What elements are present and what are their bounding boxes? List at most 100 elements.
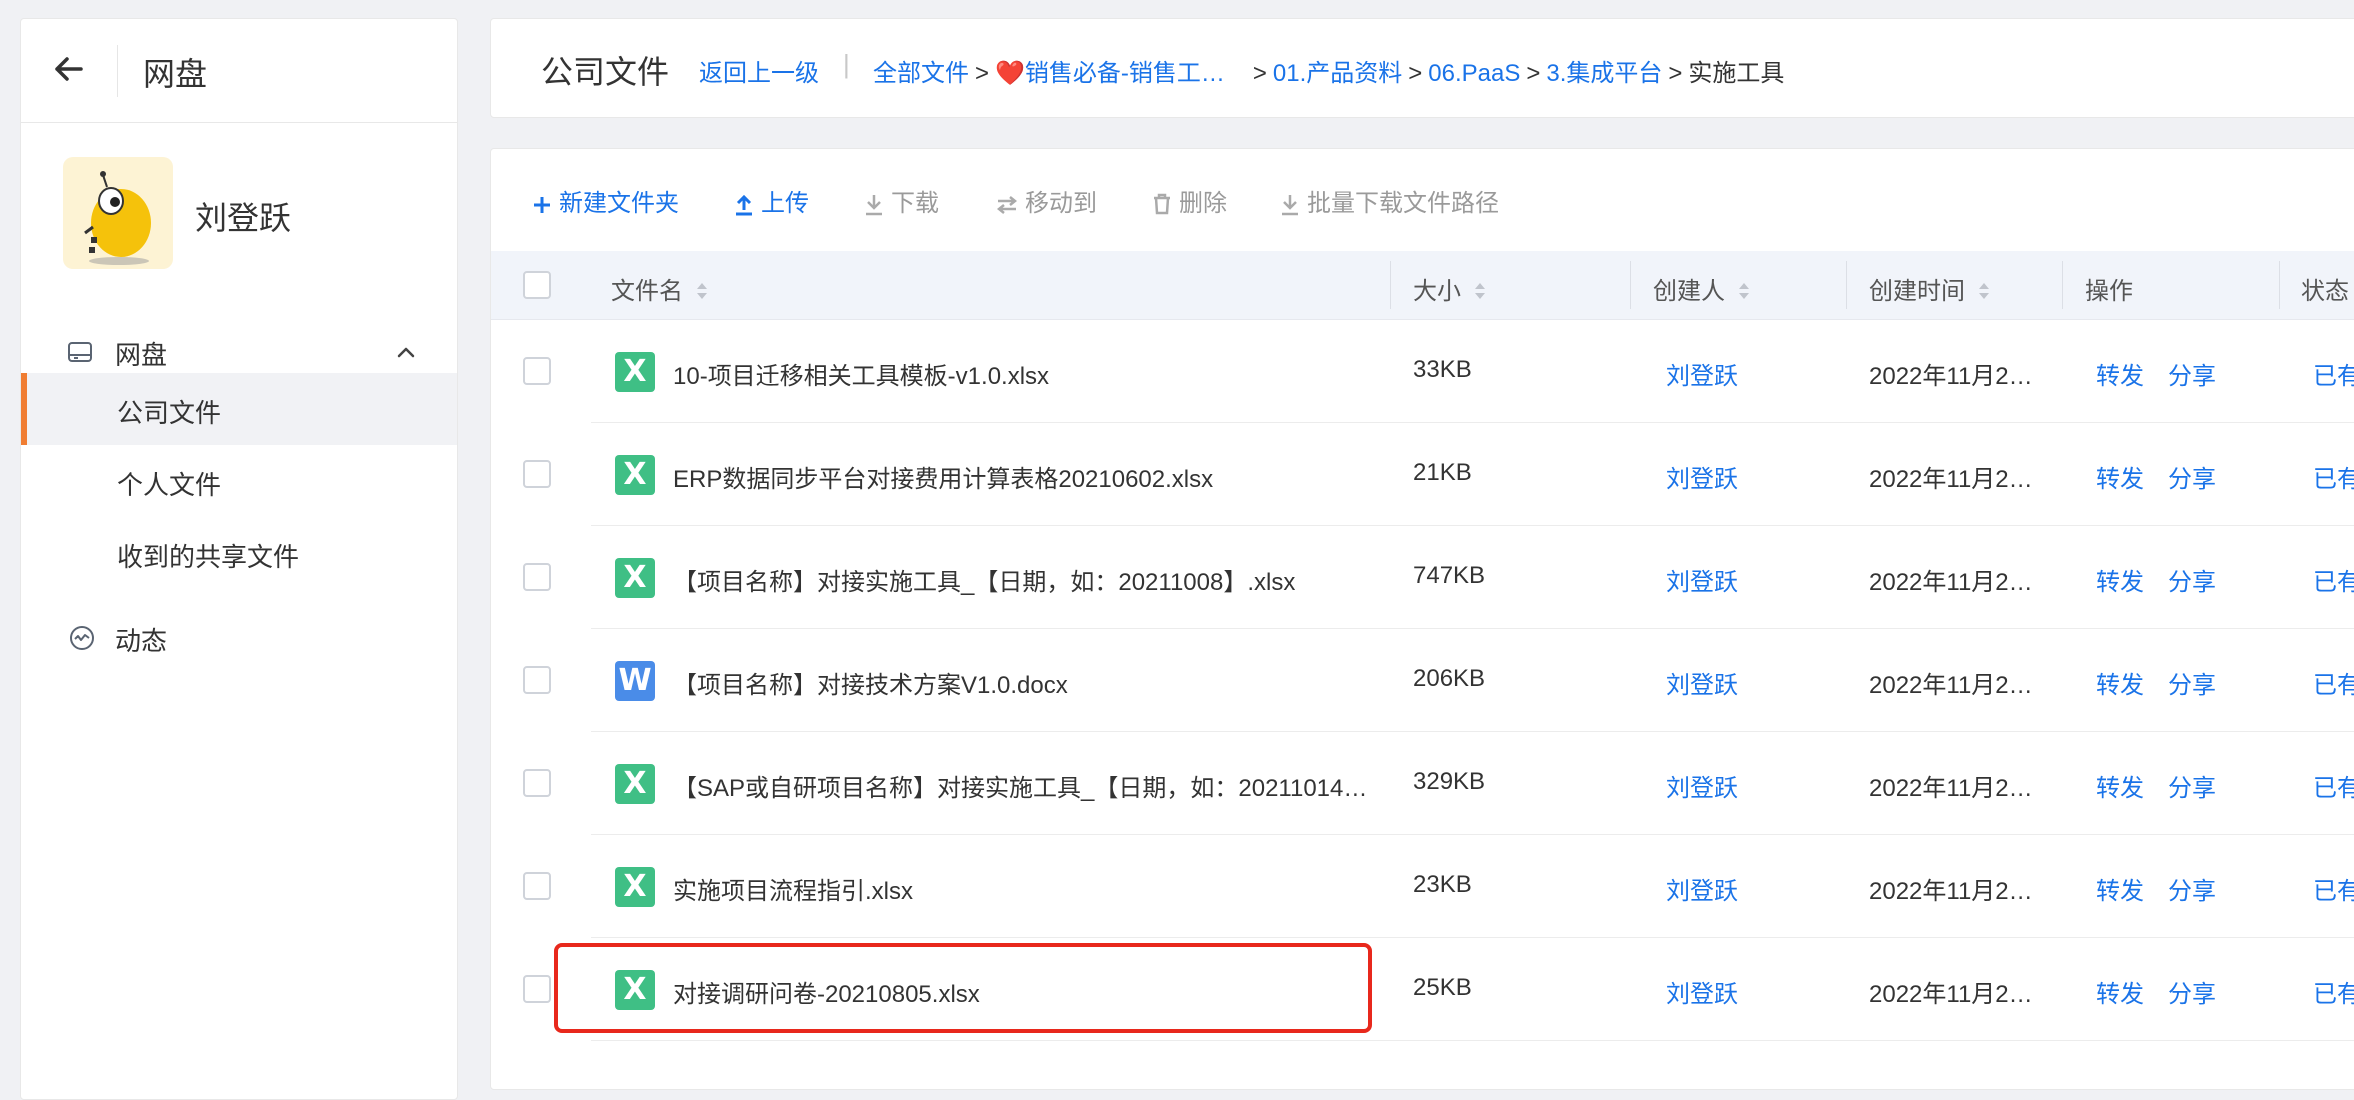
drive-icon bbox=[68, 342, 92, 362]
plus-icon bbox=[534, 197, 550, 213]
sidebar-item-company-files[interactable]: 公司文件 bbox=[21, 373, 457, 445]
table-row[interactable]: X 实施项目流程指引.xlsx 23KB 刘登跃 2022年11月2… 转发分享 已有 bbox=[491, 835, 2354, 938]
table-row[interactable]: X 对接调研问卷-20210805.xlsx 25KB 刘登跃 2022年11月2… 转发… bbox=[491, 938, 2354, 1041]
share-link[interactable]: 分享 bbox=[2168, 459, 2216, 494]
column-divider[interactable] bbox=[1390, 261, 1391, 309]
file-creator[interactable]: 刘登跃 bbox=[1666, 665, 1738, 700]
file-name[interactable]: ERP数据同步平台对接费用计算表格20210602.xlsx bbox=[673, 459, 1213, 494]
file-size: 206KB bbox=[1413, 665, 1486, 692]
upload-icon bbox=[736, 194, 752, 216]
row-checkbox[interactable] bbox=[523, 666, 551, 694]
header-divider bbox=[117, 45, 118, 97]
move-to-button[interactable]: 移动到 bbox=[995, 183, 1097, 218]
file-creator[interactable]: 刘登跃 bbox=[1666, 459, 1738, 494]
row-checkbox[interactable] bbox=[523, 357, 551, 385]
file-name[interactable]: 实施项目流程指引.xlsx bbox=[673, 871, 913, 906]
table-row[interactable]: W 【项目名称】对接技术方案V1.0.docx 206KB 刘登跃 2022年11月2…… bbox=[491, 629, 2354, 732]
column-divider[interactable] bbox=[1846, 261, 1847, 309]
file-status: 已有 bbox=[2313, 466, 2354, 493]
col-header-size[interactable]: 大小 bbox=[1413, 271, 1487, 306]
download-button[interactable]: 下载 bbox=[863, 183, 939, 218]
forward-link[interactable]: 转发 bbox=[2096, 871, 2144, 906]
file-name[interactable]: 【项目名称】对接实施工具_【日期，如：20211008】.xlsx bbox=[673, 562, 1295, 597]
file-created-time: 2022年11月2… bbox=[1869, 981, 2033, 1008]
new-folder-label: 新建文件夹 bbox=[559, 190, 679, 217]
file-created-time: 2022年11月2… bbox=[1869, 878, 2033, 905]
excel-file-icon: X bbox=[615, 867, 655, 907]
excel-file-icon: X bbox=[615, 970, 655, 1010]
breadcrumb: 全部文件 > ❤️销售必备-销售工… >01.产品资料 >06.PaaS >3.集成平台 >… bbox=[873, 60, 1785, 87]
file-creator[interactable]: 刘登跃 bbox=[1666, 871, 1738, 906]
row-checkbox[interactable] bbox=[523, 872, 551, 900]
column-divider[interactable] bbox=[2062, 261, 2063, 309]
forward-link[interactable]: 转发 bbox=[2096, 356, 2144, 391]
delete-button[interactable]: 删除 bbox=[1151, 183, 1227, 218]
table-row[interactable]: X 【项目名称】对接实施工具_【日期，如：20211008】.xlsx 747KB 刘… bbox=[491, 526, 2354, 629]
sidebar-item-shared-files[interactable]: 收到的共享文件 bbox=[21, 517, 457, 589]
file-creator[interactable]: 刘登跃 bbox=[1666, 562, 1738, 597]
table-header: 文件名 大小 创建人 创建时间 操作 状态 bbox=[491, 251, 2354, 320]
row-checkbox[interactable] bbox=[523, 769, 551, 797]
file-creator[interactable]: 刘登跃 bbox=[1666, 974, 1738, 1009]
column-divider[interactable] bbox=[2279, 261, 2280, 309]
excel-file-icon: X bbox=[615, 455, 655, 495]
forward-link[interactable]: 转发 bbox=[2096, 974, 2144, 1009]
batch-download-button[interactable]: 批量下载文件路径 bbox=[1279, 183, 1499, 218]
sort-icon bbox=[697, 283, 707, 299]
table-row[interactable]: X ERP数据同步平台对接费用计算表格20210602.xlsx 21KB 刘登跃 20… bbox=[491, 423, 2354, 526]
select-all-checkbox[interactable] bbox=[523, 271, 551, 299]
excel-file-icon: X bbox=[615, 558, 655, 598]
table-row[interactable]: X 【SAP或自研项目名称】对接实施工具_【日期，如：20211014… 329KB… bbox=[491, 732, 2354, 835]
sidebar-item-activity[interactable]: 动态 bbox=[21, 605, 457, 669]
batch-download-label: 批量下载文件路径 bbox=[1307, 190, 1499, 217]
sidebar-item-label: 公司文件 bbox=[117, 398, 222, 428]
new-folder-button[interactable]: 新建文件夹 bbox=[531, 183, 679, 218]
file-size: 33KB bbox=[1413, 356, 1472, 383]
activity-icon bbox=[70, 626, 94, 650]
col-header-status: 状态 bbox=[2301, 278, 2349, 305]
share-link[interactable]: 分享 bbox=[2168, 356, 2216, 391]
crumb-paas[interactable]: 06.PaaS bbox=[1428, 60, 1520, 87]
forward-link[interactable]: 转发 bbox=[2096, 562, 2144, 597]
crumb-product[interactable]: 01.产品资料 bbox=[1273, 60, 1402, 87]
file-status: 已有 bbox=[2313, 672, 2354, 699]
row-checkbox[interactable] bbox=[523, 563, 551, 591]
share-link[interactable]: 分享 bbox=[2168, 562, 2216, 597]
back-arrow-icon[interactable] bbox=[47, 47, 91, 91]
file-creator[interactable]: 刘登跃 bbox=[1666, 768, 1738, 803]
file-list: X 10-项目迁移相关工具模板-v1.0.xlsx 33KB 刘登跃 2022年11月2… bbox=[491, 320, 2354, 1041]
upload-button[interactable]: 上传 bbox=[733, 183, 809, 218]
forward-link[interactable]: 转发 bbox=[2096, 459, 2144, 494]
forward-link[interactable]: 转发 bbox=[2096, 665, 2144, 700]
share-link[interactable]: 分享 bbox=[2168, 974, 2216, 1009]
col-header-name[interactable]: 文件名 bbox=[611, 271, 709, 306]
excel-file-icon: X bbox=[615, 352, 655, 392]
forward-link[interactable]: 转发 bbox=[2096, 768, 2144, 803]
file-created-time: 2022年11月2… bbox=[1869, 363, 2033, 390]
file-created-time: 2022年11月2… bbox=[1869, 466, 2033, 493]
row-checkbox[interactable] bbox=[523, 460, 551, 488]
sidebar-item-personal-files[interactable]: 个人文件 bbox=[21, 445, 457, 517]
word-file-icon: W bbox=[615, 661, 655, 701]
share-link[interactable]: 分享 bbox=[2168, 768, 2216, 803]
file-creator[interactable]: 刘登跃 bbox=[1666, 356, 1738, 391]
toolbar: 新建文件夹 上传 下载 移动到 删除 批量下载文件路径 bbox=[491, 149, 2354, 249]
table-row[interactable]: X 10-项目迁移相关工具模板-v1.0.xlsx 33KB 刘登跃 2022年11月2… bbox=[491, 320, 2354, 423]
share-link[interactable]: 分享 bbox=[2168, 871, 2216, 906]
crumb-all-files[interactable]: 全部文件 bbox=[873, 60, 969, 87]
row-checkbox[interactable] bbox=[523, 975, 551, 1003]
col-header-creator[interactable]: 创建人 bbox=[1653, 271, 1751, 306]
share-link[interactable]: 分享 bbox=[2168, 665, 2216, 700]
chevron-up-icon[interactable] bbox=[391, 337, 421, 367]
column-divider[interactable] bbox=[1630, 261, 1631, 309]
file-created-time: 2022年11月2… bbox=[1869, 569, 2033, 596]
file-name[interactable]: 10-项目迁移相关工具模板-v1.0.xlsx bbox=[673, 356, 1049, 391]
crumb-integration[interactable]: 3.集成平台 bbox=[1546, 60, 1662, 87]
file-name[interactable]: 对接调研问卷-20210805.xlsx bbox=[673, 974, 980, 1009]
upload-label: 上传 bbox=[761, 190, 809, 217]
col-header-created[interactable]: 创建时间 bbox=[1869, 271, 1991, 306]
file-name[interactable]: 【SAP或自研项目名称】对接实施工具_【日期，如：20211014… bbox=[673, 768, 1367, 803]
file-name[interactable]: 【项目名称】对接技术方案V1.0.docx bbox=[673, 665, 1068, 700]
crumb-sales[interactable]: ❤️销售必备-销售工… bbox=[995, 60, 1225, 87]
go-up-link[interactable]: 返回上一级 bbox=[699, 53, 819, 88]
